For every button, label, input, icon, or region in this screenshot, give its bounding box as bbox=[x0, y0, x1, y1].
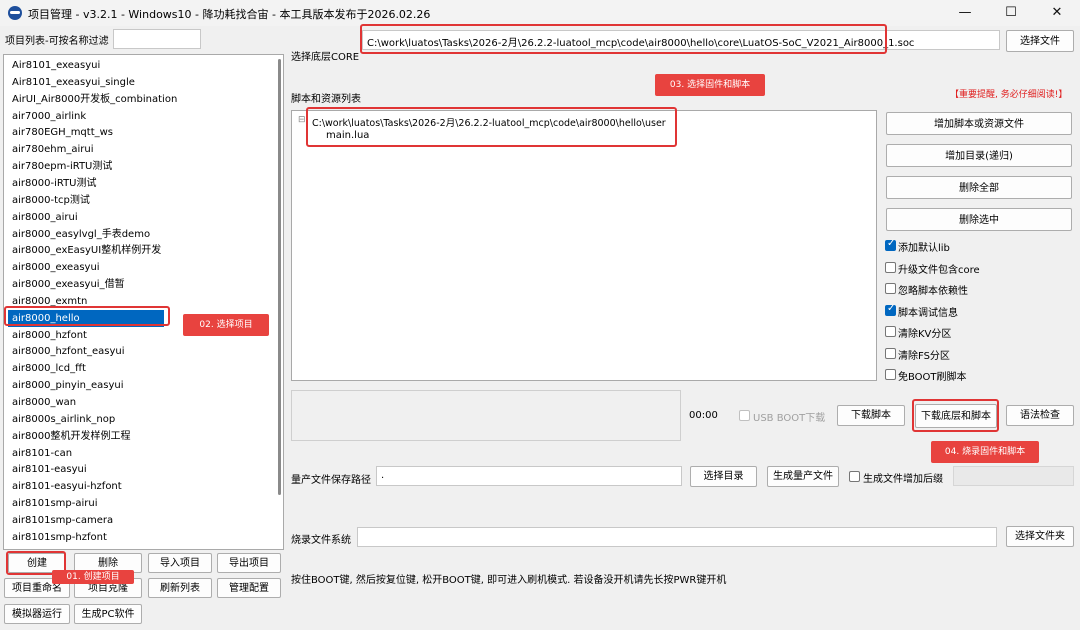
delete-all-button[interactable]: 删除全部 bbox=[886, 176, 1072, 199]
download-script-button[interactable]: 下载脚本 bbox=[837, 405, 905, 426]
project-list-item[interactable]: air8000_lcd_fft bbox=[12, 360, 86, 377]
delete-selected-button[interactable]: 删除选中 bbox=[886, 208, 1072, 231]
scripts-label: 脚本和资源列表 bbox=[291, 94, 361, 105]
project-list-item[interactable]: air8000s_airlink_nop bbox=[12, 411, 115, 428]
step1-tag: 01. 创建项目 bbox=[52, 570, 134, 584]
project-list-item[interactable]: air8101smp-airui bbox=[12, 495, 98, 512]
option-checkbox[interactable] bbox=[885, 303, 896, 316]
filename-suffix-label: 生成文件增加后缀 bbox=[863, 474, 943, 485]
project-list-item[interactable]: air8000_exeasyui bbox=[12, 259, 100, 276]
option-label: 忽略脚本依赖性 bbox=[898, 286, 968, 297]
generate-production-file-button[interactable]: 生成量产文件 bbox=[767, 466, 839, 487]
tree-collapse-icon[interactable]: ⊟ bbox=[298, 115, 306, 125]
minimize-button[interactable]: — bbox=[942, 0, 988, 26]
project-list-item[interactable]: air8000_hzfont_easyui bbox=[12, 343, 124, 360]
option-checkbox[interactable] bbox=[885, 347, 896, 359]
generate-pc-software-button[interactable]: 生成PC软件 bbox=[74, 604, 142, 624]
manage-config-button[interactable]: 管理配置 bbox=[217, 578, 281, 598]
usb-boot-label: USB BOOT下载 bbox=[753, 413, 826, 424]
project-list-item[interactable]: air8101smp-hzfont bbox=[12, 529, 107, 546]
core-label: 选择底层CORE bbox=[291, 52, 360, 63]
project-list-item[interactable]: air8000_hzfont bbox=[12, 327, 87, 344]
option-checkbox[interactable] bbox=[885, 283, 896, 294]
project-list-item[interactable]: air8000_exeasyui_借暂 bbox=[12, 276, 125, 293]
step3-core-highlight bbox=[360, 24, 887, 54]
option-checkbox[interactable] bbox=[885, 326, 896, 337]
project-list-item[interactable]: air8101smp-jet-slow bbox=[12, 546, 114, 550]
step3-tag: 03. 选择固件和脚本 bbox=[655, 74, 765, 96]
script-tree[interactable]: ⊟ C:\work\luatos\Tasks\2026-2月\26.2.2-lu… bbox=[291, 110, 877, 381]
option-label: 清除KV分区 bbox=[898, 329, 952, 340]
simulator-run-button[interactable]: 模拟器运行 bbox=[4, 604, 70, 624]
project-list-item[interactable]: air8000整机开发样例工程 bbox=[12, 428, 130, 445]
step4-tag: 04. 烧录固件和脚本 bbox=[931, 441, 1039, 463]
refresh-list-button[interactable]: 刷新列表 bbox=[148, 578, 212, 598]
title-bar: 项目管理 - v3.2.1 - Windows10 - 降功耗找合宙 - 本工具… bbox=[0, 0, 1080, 26]
production-path-label: 量产文件保存路径 bbox=[291, 475, 371, 486]
project-list-item[interactable]: air780EGH_mqtt_ws bbox=[12, 124, 113, 141]
step4-download-highlight bbox=[912, 399, 999, 432]
boot-mode-hint: 按住BOOT键, 然后按复位键, 松开BOOT键, 即可进入刷机模式. 若设备没… bbox=[291, 575, 727, 586]
project-list-item[interactable]: AirUI_Air8000开发板_combination bbox=[12, 91, 177, 108]
project-filter-label: 项目列表-可按名称过滤 bbox=[5, 36, 109, 47]
option-checkbox[interactable] bbox=[885, 261, 896, 273]
select-core-file-button[interactable]: 选择文件 bbox=[1006, 30, 1074, 52]
project-list-scrollbar[interactable] bbox=[278, 59, 281, 495]
add-script-button[interactable]: 增加脚本或资源文件 bbox=[886, 112, 1072, 135]
import-project-button[interactable]: 导入项目 bbox=[148, 553, 212, 573]
elapsed-time: 00:00 bbox=[689, 410, 718, 421]
option-checkbox[interactable] bbox=[885, 238, 896, 251]
add-directory-button[interactable]: 增加目录(递归) bbox=[886, 144, 1072, 167]
select-folder-button[interactable]: 选择文件夹 bbox=[1006, 526, 1074, 547]
project-list-item[interactable]: air8101-can bbox=[12, 445, 72, 462]
progress-area bbox=[291, 390, 681, 441]
project-list-item[interactable]: air8000_exEasyUI整机样例开发 bbox=[12, 242, 161, 259]
select-directory-button[interactable]: 选择目录 bbox=[690, 466, 757, 487]
syntax-check-button[interactable]: 语法检查 bbox=[1006, 405, 1074, 426]
project-list-item[interactable]: air780ehm_airui bbox=[12, 141, 93, 158]
project-list-item[interactable]: air8000-iRTU测试 bbox=[12, 175, 97, 192]
project-list[interactable]: Air8101_exeasyui Air8101_exeasyui_single A… bbox=[3, 54, 284, 550]
step2-tag: 02. 选择项目 bbox=[183, 314, 269, 336]
project-list-item[interactable]: air8000_airui bbox=[12, 209, 78, 226]
project-filter-input[interactable] bbox=[113, 29, 201, 49]
export-project-button[interactable]: 导出项目 bbox=[217, 553, 281, 573]
option-checkbox[interactable] bbox=[885, 369, 896, 380]
option-label: 免BOOT刷脚本 bbox=[898, 372, 967, 383]
project-list-item[interactable]: Air8101_exeasyui bbox=[12, 57, 100, 74]
project-list-item[interactable]: air780epm-iRTU测试 bbox=[12, 158, 112, 175]
window-title: 项目管理 - v3.2.1 - Windows10 - 降功耗找合宙 - 本工具… bbox=[28, 8, 431, 21]
project-list-item[interactable]: Air8101_exeasyui_single bbox=[12, 74, 135, 91]
production-path-input[interactable]: . bbox=[376, 466, 682, 486]
option-label: 添加默认lib bbox=[898, 243, 950, 254]
close-button[interactable]: ✕ bbox=[1034, 0, 1080, 26]
project-list-item[interactable]: air8000_easylvgl_手表demo bbox=[12, 226, 150, 243]
project-list-item[interactable]: air8000_pinyin_easyui bbox=[12, 377, 124, 394]
filename-suffix-checkbox[interactable] bbox=[849, 471, 860, 482]
option-label: 清除FS分区 bbox=[898, 350, 950, 362]
usb-boot-checkbox[interactable] bbox=[739, 410, 750, 421]
filename-suffix-input[interactable] bbox=[953, 466, 1074, 486]
option-label: 脚本调试信息 bbox=[898, 307, 958, 319]
project-list-item[interactable]: air8101-easyui-hzfont bbox=[12, 478, 122, 495]
step2-project-highlight bbox=[4, 306, 170, 326]
maximize-button[interactable]: ☐ bbox=[988, 0, 1034, 26]
project-list-item[interactable]: air8000_wan bbox=[12, 394, 76, 411]
step3-script-highlight bbox=[306, 107, 677, 147]
project-list-item[interactable]: air8101-easyui bbox=[12, 461, 87, 478]
project-list-item[interactable]: air8000-tcp测试 bbox=[12, 192, 90, 209]
app-logo-icon bbox=[8, 6, 22, 20]
burn-fs-label: 烧录文件系统 bbox=[291, 535, 351, 546]
project-list-item[interactable]: air8101smp-camera bbox=[12, 512, 113, 529]
project-list-item[interactable]: air7000_airlink bbox=[12, 108, 86, 125]
burn-fs-path-input[interactable] bbox=[357, 527, 997, 547]
important-warning-link[interactable]: 【重要提醒, 务必仔细阅读!】 bbox=[950, 87, 1067, 100]
option-label: 升级文件包含core bbox=[898, 264, 980, 276]
